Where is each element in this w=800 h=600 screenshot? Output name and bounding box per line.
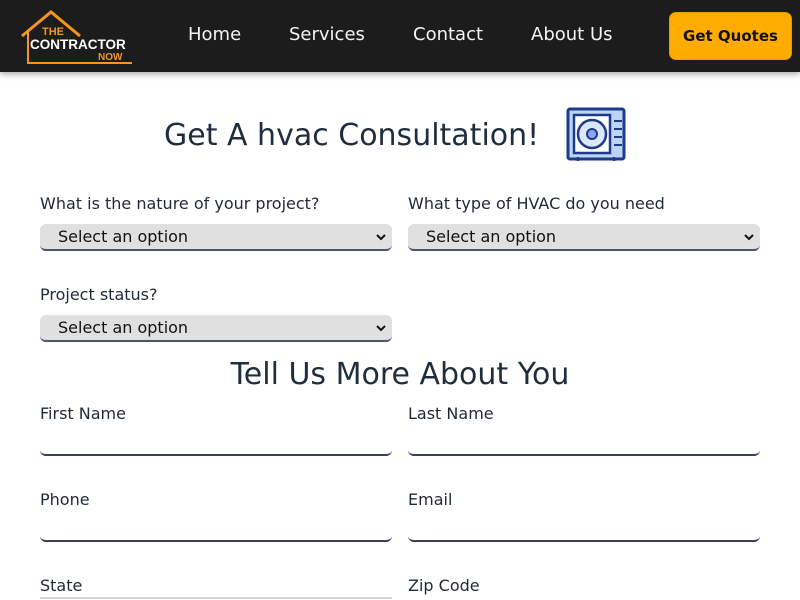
- project-status-value: Select an option: [58, 318, 189, 337]
- first-name-input[interactable]: [40, 426, 392, 456]
- phone-input[interactable]: [40, 512, 392, 542]
- hvac-type-label: What type of HVAC do you need: [408, 194, 665, 213]
- hvac-type-value: Select an option: [426, 227, 557, 246]
- chevron-down-icon: [376, 234, 386, 241]
- nav-contact-link[interactable]: Contact: [413, 24, 483, 46]
- email-input[interactable]: [408, 512, 760, 542]
- contractor-now-logo[interactable]: THE CONTRACTOR NOW: [20, 8, 134, 66]
- project-nature-label: What is the nature of your project?: [40, 194, 320, 213]
- project-status-select[interactable]: Select an option: [40, 315, 392, 342]
- consultation-header: Get A hvac Consultation!: [0, 104, 800, 164]
- email-label: Email: [408, 490, 453, 509]
- chevron-down-icon: [376, 325, 386, 332]
- chevron-down-icon: [744, 234, 754, 241]
- page-title: Get A hvac Consultation!: [164, 118, 540, 153]
- nav-services-link[interactable]: Services: [289, 24, 365, 46]
- project-nature-value: Select an option: [58, 227, 189, 246]
- phone-label: Phone: [40, 490, 90, 509]
- nav-home-link[interactable]: Home: [188, 24, 241, 46]
- first-name-label: First Name: [40, 404, 126, 423]
- state-label: State: [40, 576, 83, 595]
- hvac-type-select[interactable]: Select an option: [408, 224, 760, 251]
- project-status-label: Project status?: [40, 285, 158, 304]
- get-quotes-button[interactable]: Get Quotes: [669, 12, 792, 60]
- last-name-input[interactable]: [408, 426, 760, 456]
- project-nature-select[interactable]: Select an option: [40, 224, 392, 251]
- top-navbar: THE CONTRACTOR NOW Home Services Contact…: [0, 0, 800, 72]
- zip-code-label: Zip Code: [408, 576, 480, 595]
- logo-line-now: NOW: [98, 52, 123, 63]
- nav-about-us-link[interactable]: About Us: [531, 24, 613, 46]
- hvac-unit-icon: [566, 107, 626, 161]
- last-name-label: Last Name: [408, 404, 494, 423]
- logo-line-contractor: CONTRACTOR: [30, 37, 126, 52]
- about-you-heading: Tell Us More About You: [230, 357, 570, 392]
